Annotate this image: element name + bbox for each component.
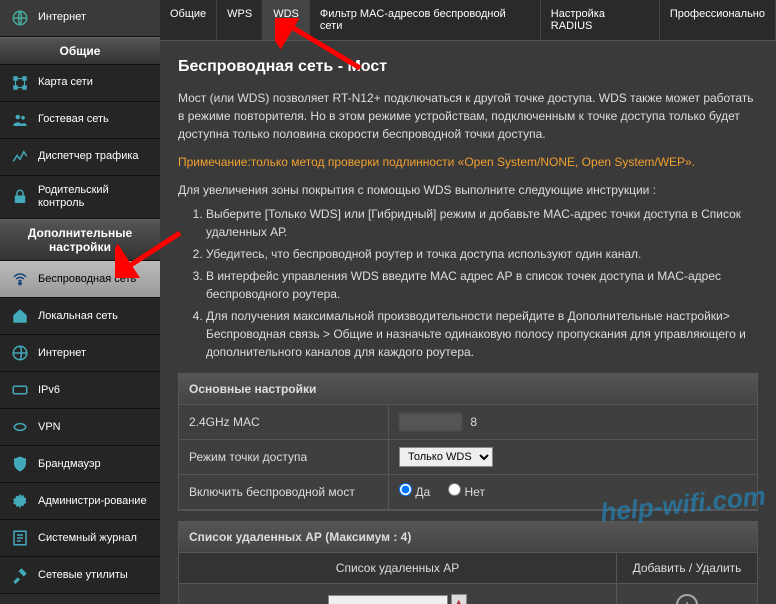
tab-wds[interactable]: WDS	[263, 0, 310, 40]
bridge-label: Включить беспроводной мост	[179, 475, 389, 509]
sidebar-label: Карта сети	[38, 76, 93, 89]
ap-col-action: Добавить / Удалить	[617, 553, 757, 583]
step-item: В интерфейс управления WDS введите MAC а…	[206, 267, 758, 303]
home-icon	[10, 306, 30, 326]
dropdown-caret-icon[interactable]: ▲	[451, 594, 467, 604]
globe-icon	[10, 8, 30, 28]
tab-bar: Общие WPS WDS Фильтр MAC-адресов беспров…	[160, 0, 776, 41]
add-ap-button[interactable]: +	[676, 594, 698, 604]
ap-mode-select[interactable]: Только WDS	[399, 447, 493, 467]
ap-list-header: Список удаленных АР (Максимум : 4)	[179, 522, 757, 553]
intro-text: Мост (или WDS) позволяет RT-N12+ подключ…	[178, 89, 758, 143]
users-icon	[10, 110, 30, 130]
sidebar-item-network-map[interactable]: Карта сети	[0, 65, 160, 102]
sidebar-label: Родительский контроль	[38, 184, 150, 210]
log-icon	[10, 528, 30, 548]
sidebar-label: Локальная сеть	[38, 310, 118, 323]
traffic-icon	[10, 147, 30, 167]
sidebar-item-firewall[interactable]: Брандмауэр	[0, 446, 160, 483]
sidebar-label: IPv6	[38, 384, 60, 397]
bridge-no-label[interactable]: Нет	[448, 483, 485, 501]
bridge-no-radio[interactable]	[448, 483, 461, 496]
sidebar-label: Администри-рование	[38, 495, 147, 508]
shield-icon	[10, 454, 30, 474]
page-title: Беспроводная сеть - Мост	[178, 55, 758, 79]
lock-icon	[10, 187, 30, 207]
sidebar-item-internet[interactable]: Интернет	[0, 335, 160, 372]
sidebar-label: Сетевые утилиты	[38, 569, 128, 582]
sidebar-item-internet-top[interactable]: Интернет	[0, 0, 160, 37]
sidebar-item-ipv6[interactable]: IPv6	[0, 372, 160, 409]
steps-list: Выберите [Только WDS] или [Гибридный] ре…	[178, 205, 758, 361]
gear-icon	[10, 491, 30, 511]
sidebar-label: VPN	[38, 421, 61, 434]
sidebar-item-wireless[interactable]: Беспроводная сеть	[0, 261, 160, 298]
steps-heading: Для увеличения зоны покрытия с помощью W…	[178, 181, 758, 199]
sidebar-item-nettools[interactable]: Сетевые утилиты	[0, 557, 160, 594]
sidebar-label: Брандмауэр	[38, 458, 101, 471]
wifi-icon	[10, 269, 30, 289]
sidebar-item-guest[interactable]: Гостевая сеть	[0, 102, 160, 139]
map-icon	[10, 73, 30, 93]
sidebar-section-advanced: Дополнительные настройки	[0, 219, 160, 261]
sidebar-item-vpn[interactable]: VPN	[0, 409, 160, 446]
tab-professional[interactable]: Профессионально	[660, 0, 776, 40]
sidebar-label: Гостевая сеть	[38, 113, 109, 126]
bridge-yes-radio[interactable]	[399, 483, 412, 496]
sidebar-label: Интернет	[38, 347, 86, 360]
globe-icon	[10, 343, 30, 363]
ipv6-icon	[10, 380, 30, 400]
sidebar-section-general: Общие	[0, 37, 160, 65]
sidebar-item-traffic[interactable]: Диспетчер трафика	[0, 139, 160, 176]
tab-radius[interactable]: Настройка RADIUS	[541, 0, 660, 40]
tools-icon	[10, 565, 30, 585]
sidebar-label: Беспроводная сеть	[38, 273, 136, 286]
ap-col-list: Список удаленных АР	[179, 553, 617, 583]
vpn-icon	[10, 417, 30, 437]
sidebar-item-admin[interactable]: Администри-рование	[0, 483, 160, 520]
step-item: Выберите [Только WDS] или [Гибридный] ре…	[206, 205, 758, 241]
basic-settings-header: Основные настройки	[179, 374, 757, 405]
step-item: Убедитесь, что беспроводной роутер и точ…	[206, 245, 758, 263]
mode-label: Режим точки доступа	[179, 440, 389, 474]
sidebar-item-syslog[interactable]: Системный журнал	[0, 520, 160, 557]
step-item: Для получения максимальной производитель…	[206, 307, 758, 361]
basic-settings-panel: Основные настройки 2.4GHz MAC 8 Режим то…	[178, 373, 758, 511]
sidebar-label: Диспетчер трафика	[38, 150, 139, 163]
bridge-yes-label[interactable]: Да	[399, 483, 430, 501]
sidebar-label: Интернет	[38, 11, 86, 24]
note-text: Примечание:только метод проверки подлинн…	[178, 153, 758, 171]
mac-value: 8	[389, 405, 757, 439]
mac-label: 2.4GHz MAC	[179, 405, 389, 439]
sidebar-item-lan[interactable]: Локальная сеть	[0, 298, 160, 335]
tab-general[interactable]: Общие	[160, 0, 217, 40]
ap-input[interactable]	[328, 595, 448, 604]
sidebar-label: Системный журнал	[38, 532, 137, 545]
tab-wps[interactable]: WPS	[217, 0, 263, 40]
sidebar-item-parental[interactable]: Родительский контроль	[0, 176, 160, 219]
ap-list-panel: Список удаленных АР (Максимум : 4) Списо…	[178, 521, 758, 604]
tab-mac-filter[interactable]: Фильтр MAC-адресов беспроводной сети	[310, 0, 541, 40]
